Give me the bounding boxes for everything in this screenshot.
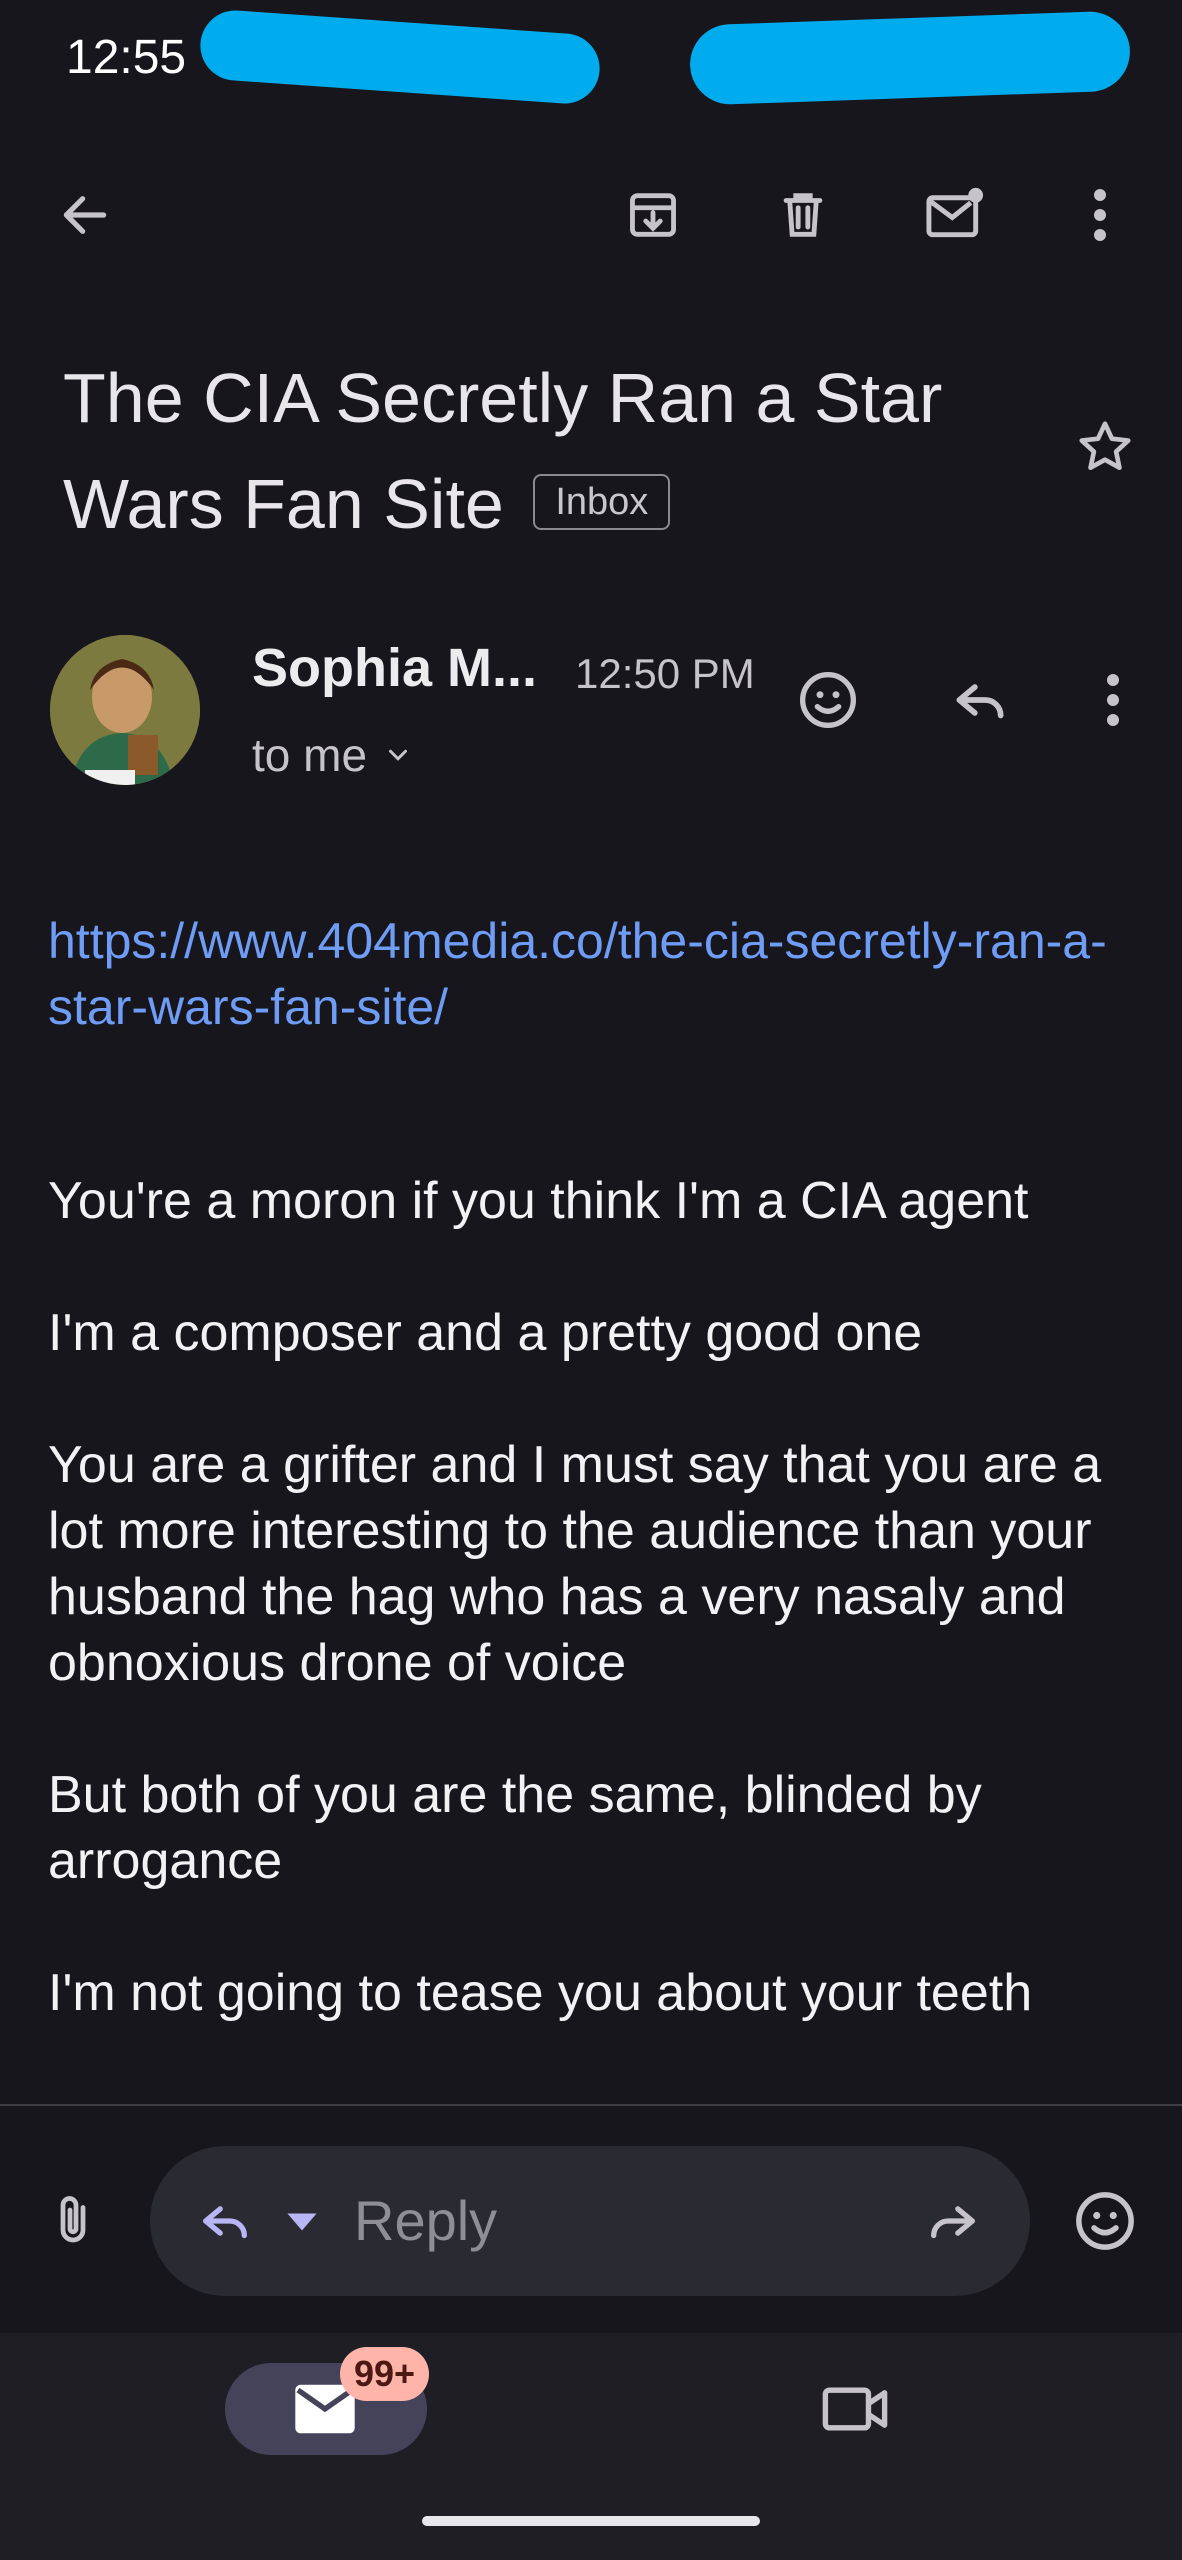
body-paragraph: You are a grifter and I must say that yo… xyxy=(48,1436,1102,1692)
unread-count-badge: 99+ xyxy=(340,2347,430,2401)
body-paragraph: I'm not going to tease you about your te… xyxy=(48,1964,1033,2022)
video-meet-icon[interactable] xyxy=(815,2376,895,2442)
star-icon[interactable] xyxy=(1070,412,1140,482)
reply-dropdown-icon[interactable] xyxy=(280,2200,324,2244)
reply-placeholder[interactable]: Reply xyxy=(354,2188,497,2253)
reply-icon[interactable] xyxy=(945,665,1015,735)
body-paragraph: I'm a composer and a pretty good one xyxy=(48,1304,923,1362)
redaction-scribble xyxy=(198,8,602,106)
home-indicator[interactable] xyxy=(422,2516,760,2526)
reply-mode-icon[interactable] xyxy=(190,2186,260,2256)
divider xyxy=(0,2104,1182,2106)
more-vert-icon[interactable] xyxy=(1085,180,1115,250)
inbox-label-badge[interactable]: Inbox xyxy=(533,473,671,530)
article-link[interactable]: https://www.404media.co/the-cia-secretly… xyxy=(48,908,1128,1040)
body-paragraph: You're a moron if you think I'm a CIA ag… xyxy=(48,1172,1029,1230)
received-time: 12:50 PM xyxy=(575,650,755,697)
recipient-details[interactable]: to me xyxy=(252,728,413,782)
archive-icon[interactable] xyxy=(618,180,688,250)
forward-icon[interactable] xyxy=(918,2186,988,2256)
sender-name[interactable]: Sophia M... xyxy=(252,637,537,699)
emoji-icon[interactable] xyxy=(1070,2186,1140,2256)
mark-unread-icon[interactable] xyxy=(918,180,994,250)
back-arrow-icon[interactable] xyxy=(50,180,120,250)
email-subject: The CIA Secretly Ran a Star Wars Fan Sit… xyxy=(63,345,983,557)
body-paragraph: But both of you are the same, blinded by… xyxy=(48,1766,982,1890)
chevron-down-icon xyxy=(383,740,413,770)
sender-avatar[interactable] xyxy=(50,635,200,785)
sender-more-icon[interactable] xyxy=(1098,665,1128,735)
status-time: 12:55 xyxy=(66,31,187,84)
subject-text: The CIA Secretly Ran a Star Wars Fan Sit… xyxy=(63,359,943,543)
email-body: You're a moron if you think I'm a CIA ag… xyxy=(48,1168,1148,2092)
attachment-icon[interactable] xyxy=(38,2185,108,2255)
emoji-reaction-icon[interactable] xyxy=(793,665,863,735)
recipient-text: to me xyxy=(252,729,368,781)
redaction-scribble-right xyxy=(688,10,1132,106)
trash-icon[interactable] xyxy=(768,180,838,250)
